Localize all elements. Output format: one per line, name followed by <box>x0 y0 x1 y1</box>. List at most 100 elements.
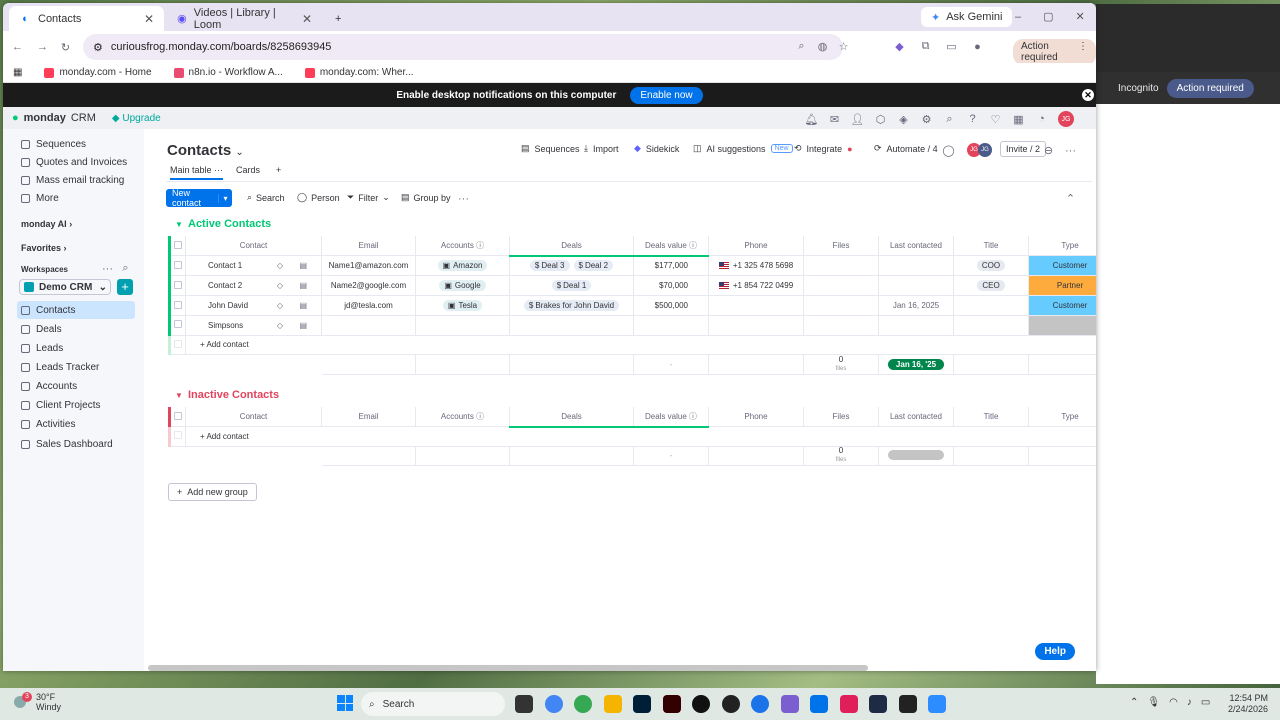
invite-members-icon[interactable]: 👤︎ <box>851 113 865 126</box>
bell-icon[interactable]: 🔔︎ <box>805 113 819 126</box>
bookmark-monday-home[interactable]: monday.com - Home <box>44 67 152 78</box>
sidebar-monday-ai[interactable]: monday AI › <box>21 219 72 229</box>
photoshop-icon[interactable] <box>633 695 651 713</box>
accounts-cell[interactable] <box>415 315 510 336</box>
workflow-icon[interactable]: ◈ <box>897 113 910 126</box>
integrate-button[interactable]: ⟲ Integrate ● <box>794 143 853 154</box>
deals-cell[interactable]: $ Deal 3 $ Deal 2 <box>509 255 634 276</box>
microphone-icon[interactable]: 🎙︎ <box>1147 697 1160 708</box>
reload-icon[interactable]: ↻ <box>59 41 72 54</box>
type-status-cell[interactable] <box>1028 315 1096 336</box>
chatgpt-icon[interactable] <box>692 695 710 713</box>
puzzle-icon[interactable]: ⧉ <box>919 40 932 53</box>
column-header-accounts[interactable]: Accounts ⓘ <box>415 407 510 427</box>
toolbar-more-icon[interactable]: ··· <box>457 192 470 205</box>
column-header-accounts[interactable]: Accounts ⓘ <box>415 236 510 256</box>
user-avatar[interactable]: JG <box>1058 111 1074 127</box>
grid-menu-icon[interactable]: ▦ <box>1012 113 1025 126</box>
accounts-cell[interactable]: ▣ Amazon <box>415 255 510 276</box>
account-tag[interactable]: ▣ Amazon <box>437 260 488 271</box>
enable-now-button[interactable]: Enable now <box>630 86 703 104</box>
column-header-title[interactable]: Title <box>953 407 1029 427</box>
collapse-group-icon[interactable]: ▼ <box>175 391 183 400</box>
app-icon[interactable] <box>751 695 769 713</box>
sidebar-item-more[interactable]: More <box>21 189 59 207</box>
column-header-deals-value[interactable]: Deals value ⓘ <box>633 407 709 428</box>
tab-main-table[interactable]: Main table ··· <box>170 165 224 180</box>
automate-button[interactable]: ⟳ Automate / 4 <box>874 143 938 154</box>
zoom-icon[interactable]: ⌕ <box>795 40 808 53</box>
deals-value-cell[interactable]: $177,000 <box>633 255 709 276</box>
apps-icon[interactable]: ⬡ <box>874 113 887 126</box>
sidebar-item-mass-email[interactable]: Mass email tracking <box>21 171 124 189</box>
row-checkbox[interactable] <box>168 295 186 316</box>
bookmark-star-icon[interactable]: ☆ <box>837 40 850 53</box>
table-row[interactable]: Simpsons ◇ ▤ <box>168 315 1096 336</box>
contact-cell[interactable]: John David ◇ ▤ <box>185 295 322 316</box>
row-checkbox[interactable] <box>168 315 186 336</box>
item-link-icon[interactable]: ◇ <box>277 321 283 330</box>
taskbar-search[interactable]: ⌕ Search <box>361 692 505 716</box>
ask-gemini-button[interactable]: ✦ Ask Gemini <box>921 7 1013 27</box>
help-button[interactable]: Help <box>1035 643 1075 660</box>
zoom-icon[interactable] <box>928 695 946 713</box>
sidebar-item-leads-tracker[interactable]: Leads Tracker <box>21 358 99 376</box>
last-contacted-cell[interactable] <box>878 315 954 336</box>
type-status-cell[interactable]: Partner <box>1028 275 1096 296</box>
sidebar-item-activities[interactable]: Activities <box>21 415 75 433</box>
deal-tag[interactable]: $ Deal 1 <box>551 280 592 291</box>
add-view-button[interactable]: + <box>276 165 281 175</box>
files-cell[interactable] <box>803 275 879 296</box>
app-icon[interactable] <box>869 695 887 713</box>
collapse-group-icon[interactable]: ▼ <box>175 220 183 229</box>
phone-cell[interactable] <box>708 295 804 316</box>
sidebar-item-accounts[interactable]: Accounts <box>21 377 77 395</box>
phone-cell[interactable]: +1 854 722 0499 <box>708 275 804 296</box>
sidebar-item-leads[interactable]: Leads <box>21 339 63 357</box>
link-icon[interactable]: ⊖ <box>1042 144 1055 157</box>
sidebar-item-client-projects[interactable]: Client Projects <box>21 396 100 414</box>
column-header-email[interactable]: Email <box>321 407 416 427</box>
workspace-selector[interactable]: Demo CRM ⌄ <box>19 279 111 295</box>
horizontal-scrollbar[interactable] <box>148 665 868 671</box>
new-contact-button[interactable]: New contact ▾ <box>166 188 232 208</box>
column-header-type[interactable]: Type <box>1028 407 1096 427</box>
info-icon[interactable]: ⓘ <box>476 241 484 250</box>
accounts-cell[interactable]: ▣ Google <box>415 275 510 296</box>
info-icon[interactable]: ⓘ <box>689 412 697 421</box>
column-header-contact[interactable]: Contact <box>185 236 322 256</box>
upgrade-button[interactable]: ◆ Upgrade <box>112 113 161 124</box>
close-tab-icon[interactable]: ✕ <box>144 12 154 26</box>
extension-icon[interactable]: ◆ <box>893 40 906 53</box>
item-updates-icon[interactable]: ▤ <box>299 301 307 310</box>
column-header-files[interactable]: Files <box>803 407 879 427</box>
item-updates-icon[interactable]: ▤ <box>299 261 307 270</box>
heart-icon[interactable]: ♡ <box>989 113 1002 126</box>
search-button[interactable]: ⌕ Search <box>247 192 285 203</box>
column-header-phone[interactable]: Phone <box>708 236 804 256</box>
table-row[interactable]: Contact 2 ◇ ▤ Name2@google.com ▣ Google $ Deal … <box>168 275 1096 296</box>
tab-contacts[interactable]: ◐ Contacts ✕ <box>9 6 164 31</box>
phone-cell[interactable] <box>708 315 804 336</box>
type-status-cell[interactable]: Customer <box>1028 295 1096 316</box>
forward-icon[interactable]: → <box>36 41 49 54</box>
wifi-icon[interactable]: ◠ <box>1169 697 1178 708</box>
tab-more-icon[interactable]: ··· <box>214 165 223 175</box>
email-cell[interactable] <box>321 315 416 336</box>
column-header-last-contacted[interactable]: Last contacted <box>878 236 954 256</box>
contact-cell[interactable]: Simpsons ◇ ▤ <box>185 315 322 336</box>
chevron-down-icon[interactable]: ▾ <box>218 193 232 203</box>
column-header-deals[interactable]: Deals <box>509 236 634 257</box>
column-header-type[interactable]: Type <box>1028 236 1096 256</box>
info-icon[interactable]: ⓘ <box>689 241 697 250</box>
search-icon[interactable]: ⌕ <box>943 113 956 126</box>
monday-logo[interactable]: ● monday CRM <box>12 112 96 124</box>
minimize-icon[interactable]: – <box>1015 11 1021 23</box>
column-header-contact[interactable]: Contact <box>185 407 322 427</box>
chevron-up-icon[interactable]: ⌃ <box>1130 697 1138 708</box>
sidebar-item-sequences[interactable]: Sequences <box>21 135 86 153</box>
person-filter-button[interactable]: ◯ Person <box>297 192 340 203</box>
deals-cell[interactable]: $ Brakes for John David <box>509 295 634 316</box>
sidebar-item-deals[interactable]: Deals <box>21 320 62 338</box>
ai-suggestions-button[interactable]: ◫ AI suggestions New <box>693 143 793 154</box>
